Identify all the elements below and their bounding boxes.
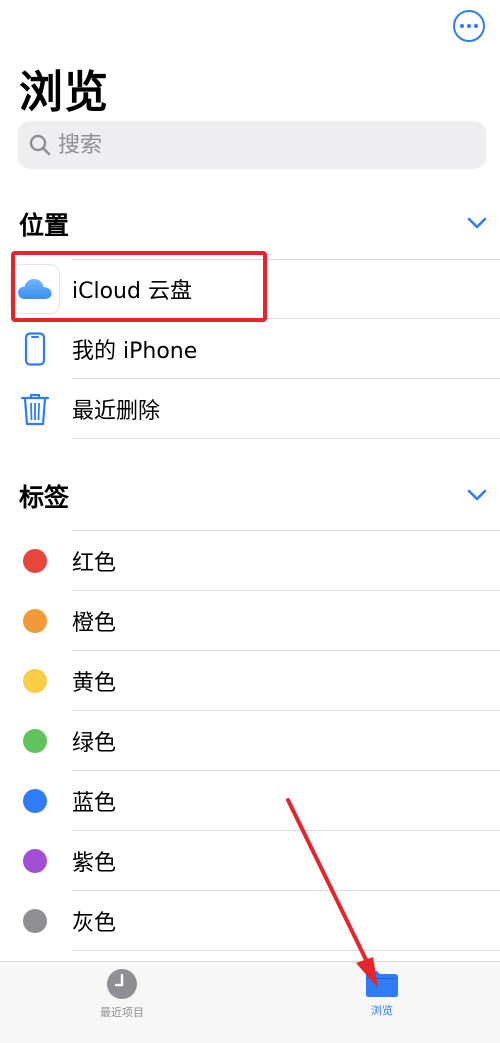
annotation-highlight-box bbox=[11, 251, 267, 322]
tab-recents[interactable]: 最近项目 bbox=[62, 968, 182, 1020]
folder-icon bbox=[366, 971, 398, 997]
tab-bar: 最近项目 浏览 bbox=[0, 961, 500, 1043]
more-options-button[interactable] bbox=[453, 10, 485, 42]
tag-item[interactable]: 红色 bbox=[0, 531, 500, 591]
tag-color-icon bbox=[10, 656, 60, 706]
tag-color-icon bbox=[10, 836, 60, 886]
tag-label: 红色 bbox=[72, 551, 117, 576]
tag-label: 紫色 bbox=[72, 851, 117, 876]
location-label: 最近删除 bbox=[72, 399, 161, 424]
tag-item[interactable]: 蓝色 bbox=[0, 771, 500, 831]
search-bar[interactable] bbox=[18, 121, 486, 169]
tag-color-icon bbox=[10, 896, 60, 946]
location-item-recently-deleted[interactable]: 最近删除 bbox=[0, 379, 500, 439]
divider bbox=[72, 438, 500, 439]
color-dot-icon bbox=[23, 729, 47, 753]
more-dot bbox=[460, 24, 464, 28]
tab-browse[interactable]: 浏览 bbox=[322, 968, 442, 1018]
tag-item[interactable]: 黄色 bbox=[0, 651, 500, 711]
tag-label: 绿色 bbox=[72, 731, 117, 756]
tag-color-icon bbox=[10, 596, 60, 646]
color-dot-icon bbox=[23, 789, 47, 813]
clock-icon bbox=[107, 969, 137, 999]
page-title: 浏览 bbox=[19, 67, 109, 118]
search-icon bbox=[29, 134, 51, 156]
location-item-iphone[interactable]: 我的 iPhone bbox=[0, 319, 500, 379]
tag-label: 蓝色 bbox=[72, 791, 117, 816]
color-dot-icon bbox=[23, 609, 47, 633]
tag-color-icon bbox=[10, 776, 60, 826]
more-dot bbox=[467, 24, 471, 28]
tag-label: 灰色 bbox=[72, 911, 117, 936]
color-dot-icon bbox=[23, 669, 47, 693]
search-input[interactable] bbox=[58, 132, 458, 158]
more-dot bbox=[474, 24, 478, 28]
chevron-down-icon[interactable] bbox=[467, 487, 487, 506]
tag-item[interactable]: 橙色 bbox=[0, 591, 500, 651]
locations-header[interactable]: 位置 bbox=[19, 204, 487, 244]
location-label: 我的 iPhone bbox=[72, 339, 198, 364]
iphone-icon bbox=[10, 324, 60, 374]
color-dot-icon bbox=[23, 849, 47, 873]
tag-item[interactable]: 紫色 bbox=[0, 831, 500, 891]
tab-label: 浏览 bbox=[371, 1004, 393, 1017]
locations-title: 位置 bbox=[19, 211, 70, 240]
color-dot-icon bbox=[23, 549, 47, 573]
tag-label: 橙色 bbox=[72, 611, 117, 636]
tag-color-icon bbox=[10, 716, 60, 766]
tags-list: 红色橙色黄色绿色蓝色紫色灰色 bbox=[0, 531, 500, 951]
tab-label: 最近项目 bbox=[100, 1006, 144, 1019]
tag-item[interactable]: 灰色 bbox=[0, 891, 500, 951]
tag-color-icon bbox=[10, 536, 60, 586]
tag-item[interactable]: 绿色 bbox=[0, 711, 500, 771]
trash-icon bbox=[10, 384, 60, 434]
chevron-down-icon[interactable] bbox=[467, 215, 487, 234]
tag-label: 黄色 bbox=[72, 671, 117, 696]
tags-header[interactable]: 标签 bbox=[19, 476, 487, 516]
color-dot-icon bbox=[23, 909, 47, 933]
divider bbox=[72, 950, 500, 951]
tags-title: 标签 bbox=[19, 483, 70, 512]
